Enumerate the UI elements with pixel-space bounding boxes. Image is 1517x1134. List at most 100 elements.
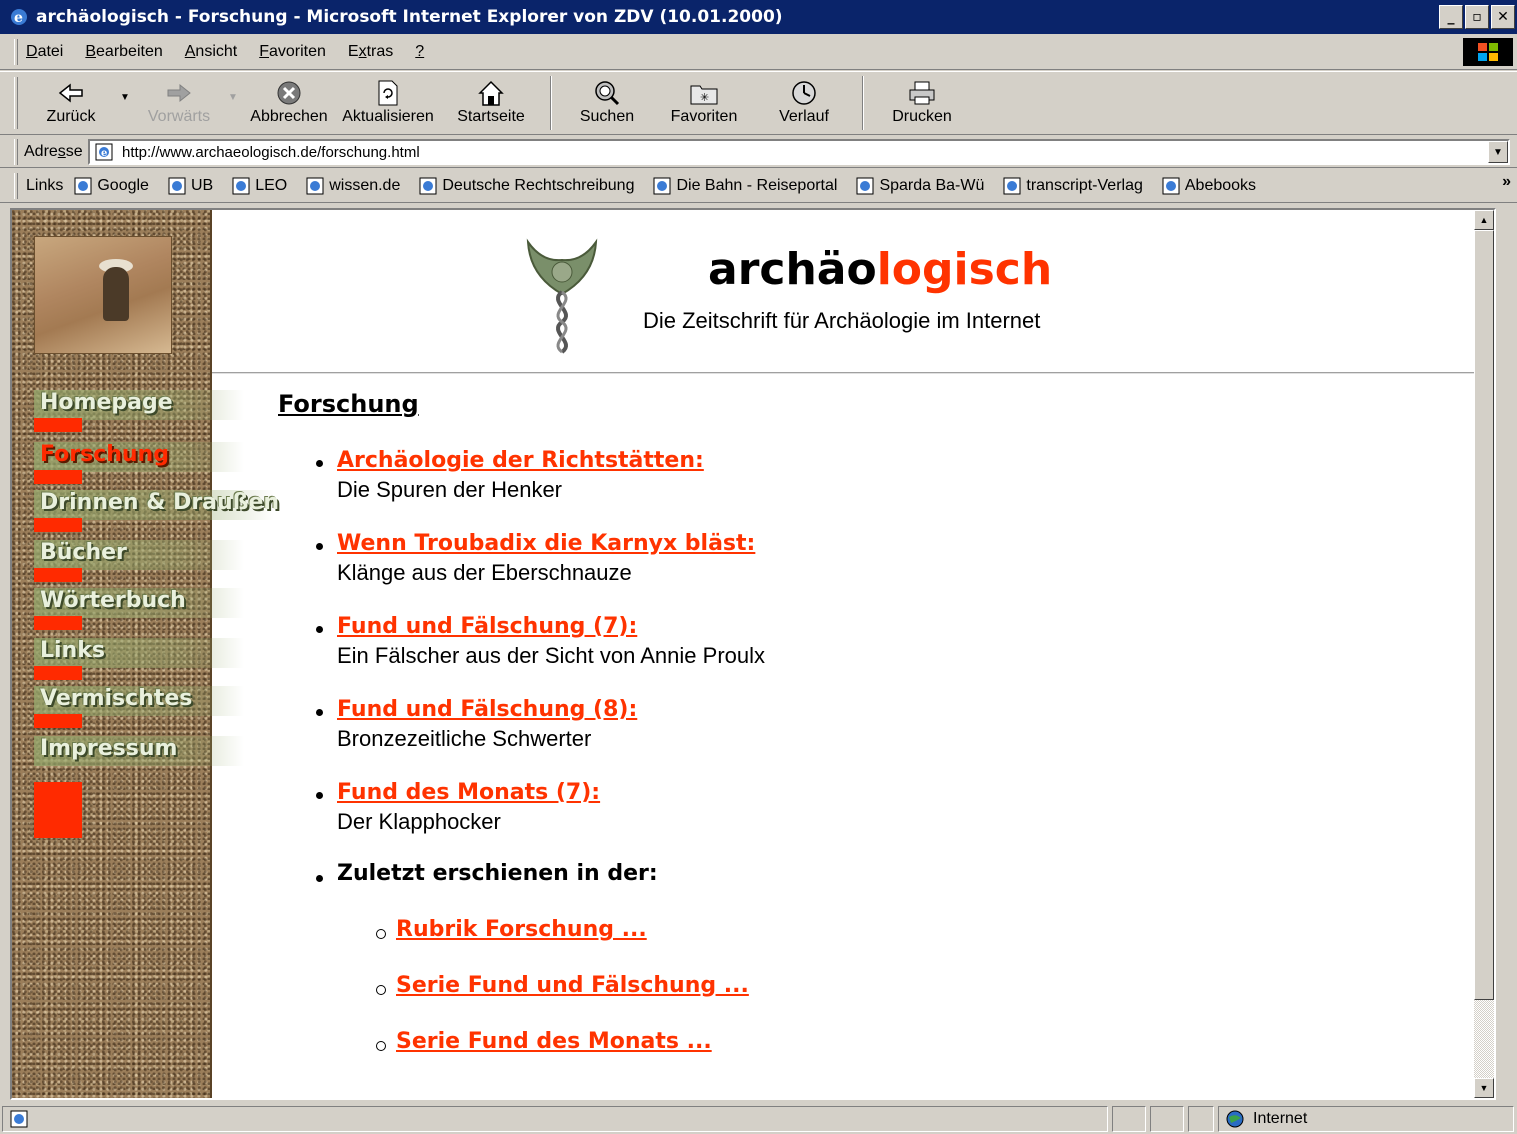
menu-bearbeiten[interactable]: Bearbeiten <box>85 43 162 61</box>
nav-links[interactable]: Links <box>34 638 274 680</box>
print-button[interactable]: Drucken <box>872 72 972 134</box>
links-grip[interactable] <box>14 172 18 199</box>
history-clock-icon <box>787 78 821 108</box>
history-button[interactable]: Verlauf <box>754 72 854 134</box>
title-bar: e archäologisch - Forschung - Microsoft … <box>0 0 1517 34</box>
link-bahn[interactable]: Die Bahn - Reiseportal <box>652 176 837 196</box>
menu-help[interactable]: ? <box>415 43 424 61</box>
site-tagline: Die Zeitschrift für Archäologie im Inter… <box>643 308 1041 333</box>
nav-buecher[interactable]: Bücher <box>34 540 274 582</box>
nav-vermischtes[interactable]: Vermischtes <box>34 686 274 728</box>
link-leo[interactable]: LEO <box>231 176 287 196</box>
article-list: Archäologie der Richtstätten: Die Spuren… <box>316 448 1116 1089</box>
menu-grip[interactable] <box>14 38 18 65</box>
link-transcript[interactable]: transcript-Verlag <box>1002 176 1143 196</box>
nav-label: Wörterbuch <box>40 588 186 613</box>
bullet-icon <box>316 792 323 799</box>
menu-datei[interactable]: Datei <box>26 43 63 61</box>
back-button[interactable]: Zurück <box>26 72 116 134</box>
link-rechtschreibung[interactable]: Deutsche Rechtschreibung <box>418 176 634 196</box>
list-item: Serie Fund und Fälschung ... <box>316 973 1116 1033</box>
bullet-icon <box>316 875 323 882</box>
nav-woerterbuch[interactable]: Wörterbuch <box>34 588 274 630</box>
link-sparda[interactable]: Sparda Ba-Wü <box>855 176 984 196</box>
article-subtitle: Klänge aus der Eberschnauze <box>337 560 632 585</box>
window-title: archäologisch - Forschung - Microsoft In… <box>36 7 783 27</box>
menu-bar: Datei Bearbeiten Ansicht Favoriten Extra… <box>0 34 1517 70</box>
nav-bar <box>34 666 82 680</box>
menu-ansicht[interactable]: Ansicht <box>185 43 237 61</box>
favorites-button[interactable]: ✳ Favoriten <box>654 72 754 134</box>
home-icon <box>474 78 508 108</box>
stop-button[interactable]: Abbrechen <box>242 72 336 134</box>
menu-favoriten[interactable]: Favoriten <box>259 43 326 61</box>
link-abebooks[interactable]: Abebooks <box>1161 176 1256 196</box>
link-ub[interactable]: UB <box>167 176 213 196</box>
article-link[interactable]: Fund des Monats (7): <box>337 780 600 805</box>
header-divider <box>212 372 1478 374</box>
article-link[interactable]: Fund und Fälschung (8): <box>337 697 637 722</box>
status-pane <box>1188 1106 1214 1132</box>
toolbar-separator <box>550 76 552 130</box>
svg-text:e: e <box>101 148 107 159</box>
article-link[interactable]: Archäologie der Richtstätten: <box>337 448 704 473</box>
circle-bullet-icon <box>376 929 386 939</box>
ie-icon[interactable]: e <box>8 6 30 28</box>
scroll-down-button[interactable]: ▼ <box>1474 1078 1494 1098</box>
page-icon <box>232 177 250 194</box>
address-dropdown-button[interactable]: ▼ <box>1488 141 1508 163</box>
site-logo[interactable]: archäologisch <box>708 244 1052 295</box>
link-google[interactable]: Google <box>73 176 149 196</box>
standard-toolbar: Zurück ▼ Vorwärts ▼ Abbrechen Aktualisie… <box>0 71 1517 135</box>
nav-impressum[interactable]: Impressum <box>34 736 274 778</box>
address-input[interactable]: e http://www.archaeologisch.de/forschung… <box>88 139 1510 165</box>
scroll-thumb[interactable] <box>1474 230 1494 1000</box>
page-icon <box>74 177 92 194</box>
link-wissen[interactable]: wissen.de <box>305 176 400 196</box>
toolbar-grip[interactable] <box>14 77 18 129</box>
back-dropdown[interactable]: ▼ <box>116 72 134 134</box>
vertical-scrollbar[interactable]: ▲ ▼ <box>1474 210 1494 1098</box>
scroll-up-button[interactable]: ▲ <box>1474 210 1494 230</box>
page-icon <box>653 177 671 194</box>
menu-extras[interactable]: Extras <box>348 43 393 61</box>
svg-text:e: e <box>14 10 23 26</box>
nav-forschung[interactable]: Forschung <box>34 442 274 484</box>
page-icon <box>306 177 324 194</box>
nav-bar <box>34 470 82 484</box>
printer-icon <box>905 78 939 108</box>
forward-dropdown[interactable]: ▼ <box>224 72 242 134</box>
restore-button[interactable]: ▫ <box>1465 5 1489 29</box>
serie-fund-monats-link[interactable]: Serie Fund des Monats ... <box>396 1029 712 1054</box>
stop-icon <box>272 78 306 108</box>
article-link[interactable]: Fund und Fälschung (7): <box>337 614 637 639</box>
address-label: Adresse <box>24 142 83 160</box>
address-url: http://www.archaeologisch.de/forschung.h… <box>122 143 420 161</box>
forward-button[interactable]: Vorwärts <box>134 72 224 134</box>
nav-drinnen-draussen[interactable]: Drinnen & Draußen <box>34 490 279 532</box>
status-text-pane <box>2 1106 1108 1132</box>
circle-bullet-icon <box>376 1041 386 1051</box>
close-button[interactable]: ✕ <box>1491 5 1515 29</box>
list-item: Fund des Monats (7): Der Klapphocker <box>316 780 1116 865</box>
nav-label: Links <box>40 638 105 663</box>
page-icon <box>1003 177 1021 194</box>
address-grip[interactable] <box>14 138 18 165</box>
minimize-button[interactable]: _ <box>1439 5 1463 29</box>
links-overflow-chevron[interactable]: » <box>1502 173 1511 191</box>
home-button[interactable]: Startseite <box>440 72 542 134</box>
windows-logo-icon <box>1463 38 1513 66</box>
serie-fund-faelschung-link[interactable]: Serie Fund und Fälschung ... <box>396 973 749 998</box>
refresh-button[interactable]: Aktualisieren <box>336 72 440 134</box>
page-icon <box>419 177 437 194</box>
article-link[interactable]: Wenn Troubadix die Karnyx bläst: <box>337 531 755 556</box>
svg-text:✳: ✳ <box>700 91 709 104</box>
search-button[interactable]: Suchen <box>560 72 654 134</box>
circle-bullet-icon <box>376 985 386 995</box>
main-content: Forschung Archäologie der Richtstätten: … <box>278 390 1178 1054</box>
rubrik-forschung-link[interactable]: Rubrik Forschung ... <box>396 917 647 942</box>
address-bar: Adresse e http://www.archaeologisch.de/f… <box>0 136 1517 168</box>
back-arrow-icon <box>54 78 88 108</box>
article-subtitle: Ein Fälscher aus der Sicht von Annie Pro… <box>337 643 766 668</box>
nav-homepage[interactable]: Homepage <box>34 390 274 432</box>
